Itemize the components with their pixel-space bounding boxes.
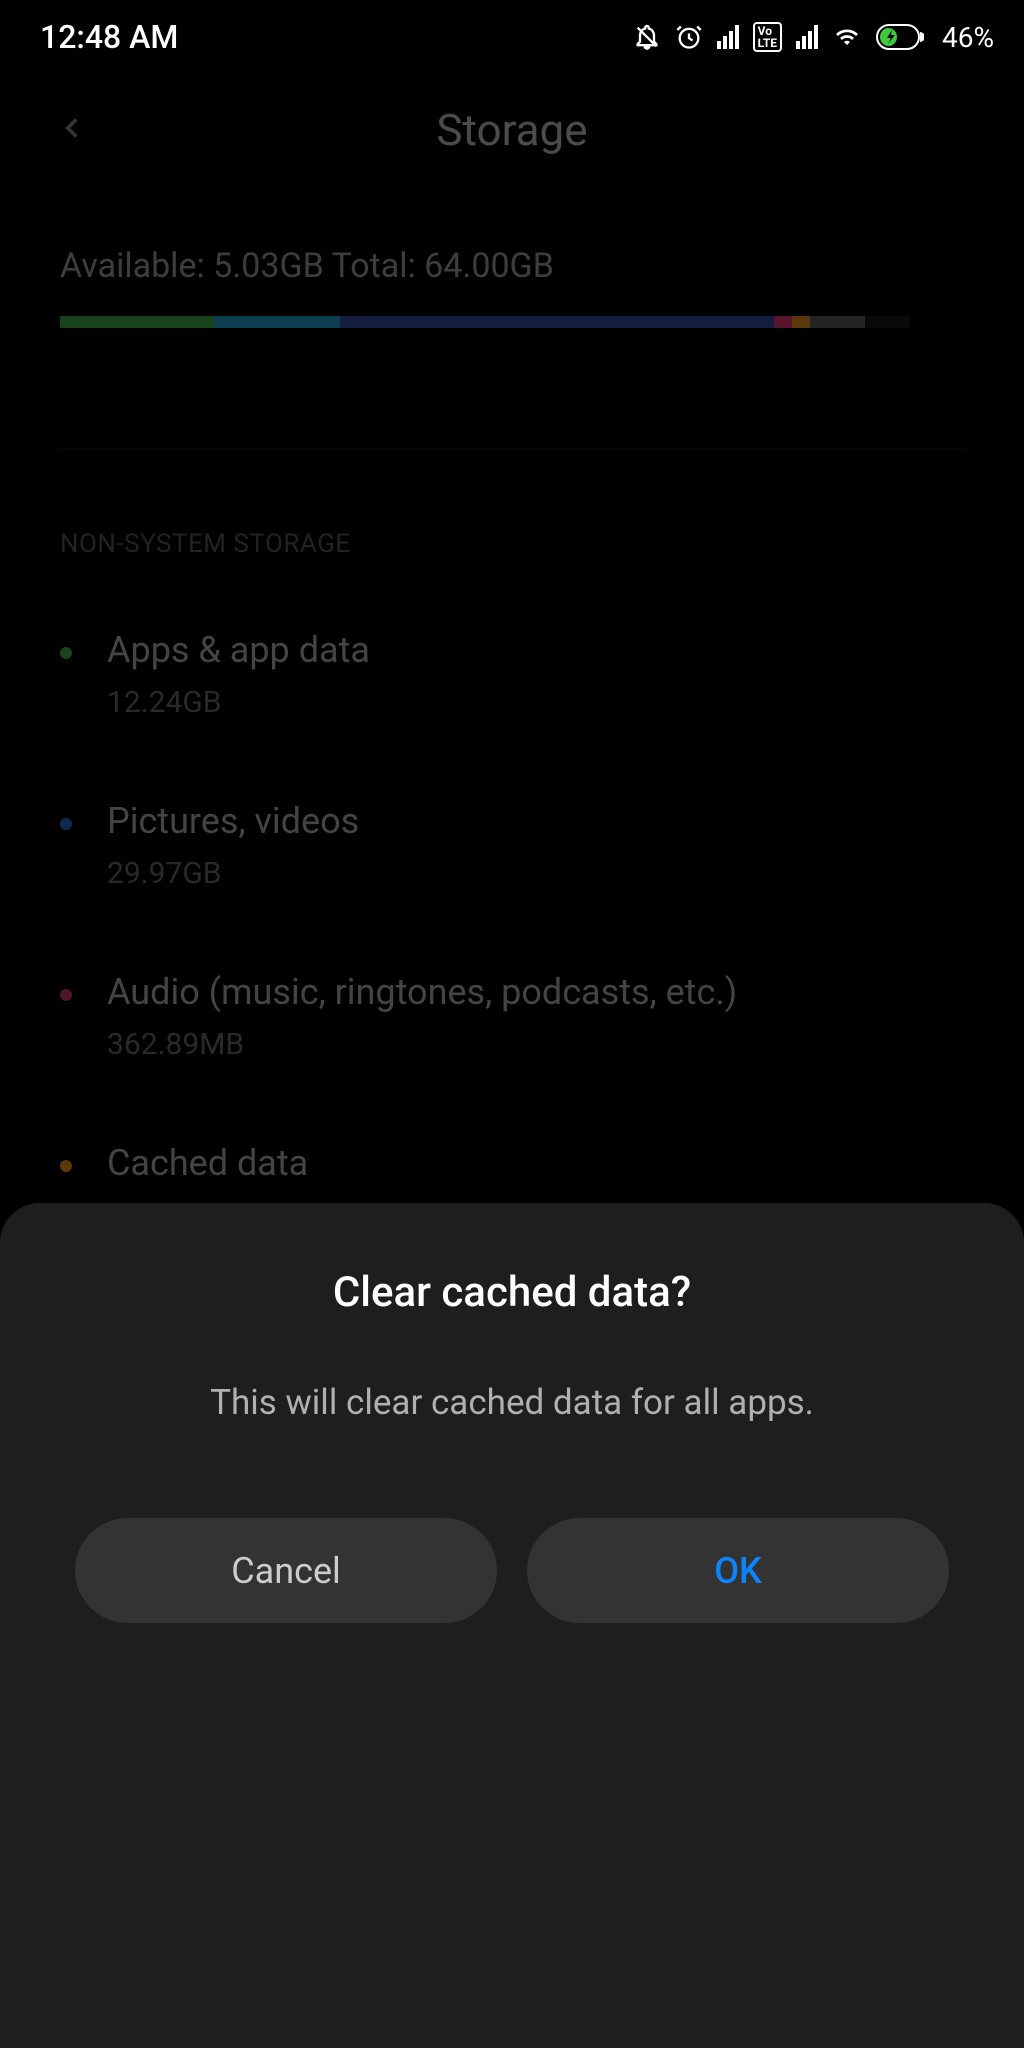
signal-icon-2 (796, 25, 818, 49)
bar-segment-dark (865, 316, 910, 328)
back-button[interactable] (55, 111, 89, 149)
battery-charging-icon (876, 24, 924, 50)
bar-segment-media (340, 316, 774, 328)
dialog-message: This will clear cached data for all apps… (45, 1382, 979, 1423)
ok-button[interactable]: OK (527, 1518, 949, 1623)
alarm-icon (675, 23, 703, 51)
bar-segment-apps (60, 316, 214, 328)
item-title: Apps & app data (107, 629, 964, 671)
bar-segment-other (810, 316, 864, 328)
status-icons: VoLTE 46% (633, 21, 994, 54)
page-title: Storage (40, 104, 984, 156)
status-time: 12:48 AM (40, 18, 178, 56)
item-size: 12.24GB (107, 685, 964, 720)
bar-segment-free (910, 316, 964, 328)
storage-summary: Available: 5.03GB Total: 64.00GB (0, 196, 1024, 358)
bar-segment-cache (792, 316, 810, 328)
item-title: Pictures, videos (107, 800, 964, 842)
dot-icon (60, 647, 72, 659)
item-size: 362.89MB (107, 1027, 964, 1062)
dot-icon (60, 1160, 72, 1172)
item-title: Cached data (107, 1142, 964, 1184)
dot-icon (60, 818, 72, 830)
signal-icon (717, 25, 739, 49)
bar-segment-audio (774, 316, 792, 328)
item-size: 29.97GB (107, 856, 964, 891)
item-title: Audio (music, ringtones, podcasts, etc.) (107, 971, 964, 1013)
notification-off-icon (633, 23, 661, 51)
bar-segment-cyan (214, 316, 341, 328)
storage-item-apps[interactable]: Apps & app data 12.24GB (60, 589, 964, 760)
storage-item-audio[interactable]: Audio (music, ringtones, podcasts, etc.)… (60, 931, 964, 1102)
section-header: NON-SYSTEM STORAGE (0, 449, 1024, 589)
dot-icon (60, 989, 72, 1001)
storage-summary-text: Available: 5.03GB Total: 64.00GB (60, 246, 964, 286)
storage-usage-bar (60, 316, 964, 328)
volte-icon: VoLTE (753, 22, 782, 52)
wifi-icon (832, 25, 862, 49)
chevron-left-icon (55, 111, 89, 145)
status-bar: 12:48 AM VoLTE 46% (0, 0, 1024, 74)
battery-percentage: 46% (942, 21, 994, 54)
dialog-buttons: Cancel OK (45, 1518, 979, 1623)
cancel-button[interactable]: Cancel (75, 1518, 497, 1623)
dialog-bottom (0, 1948, 1024, 2048)
dialog-title: Clear cached data? (45, 1268, 979, 1317)
page-header: Storage (0, 74, 1024, 196)
storage-item-pictures[interactable]: Pictures, videos 29.97GB (60, 760, 964, 931)
confirm-dialog: Clear cached data? This will clear cache… (0, 1203, 1024, 1948)
